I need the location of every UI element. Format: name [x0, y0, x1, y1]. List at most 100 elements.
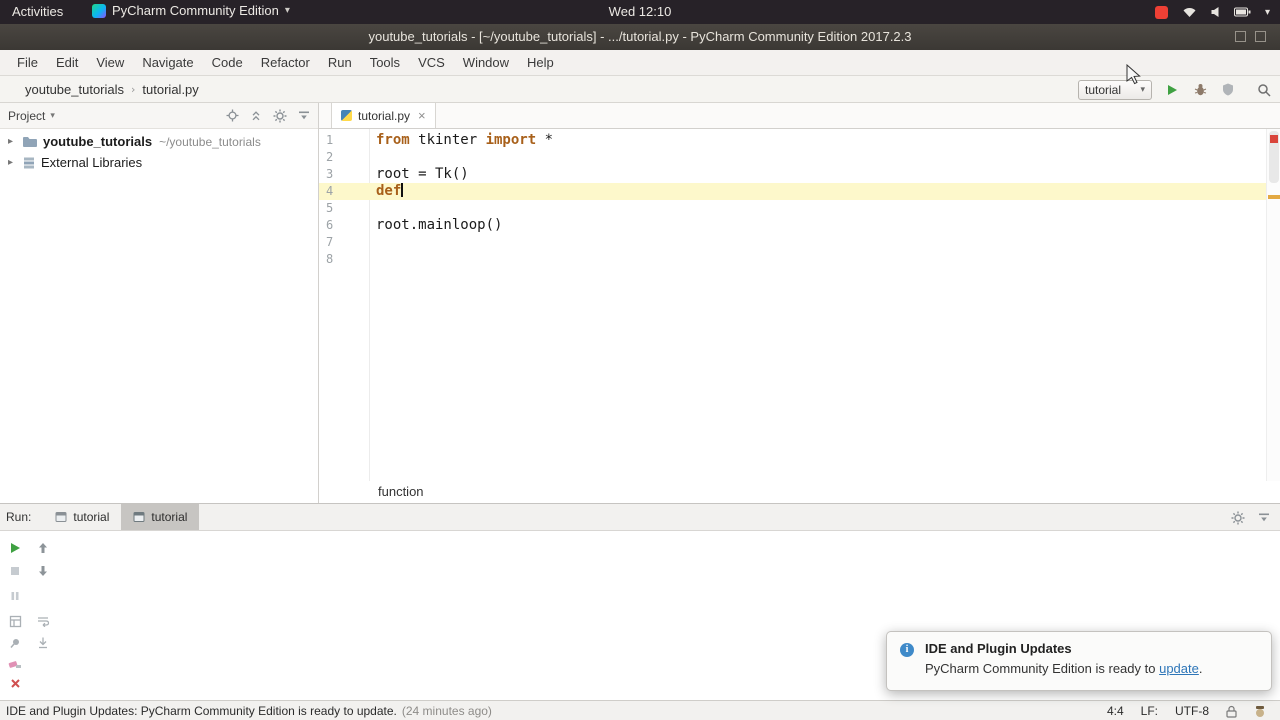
run-header: Run: tutorial tutorial [0, 504, 1280, 531]
code-line-4[interactable]: 4 def [319, 183, 1266, 200]
warning-mark [1268, 195, 1280, 199]
notification-title: IDE and Plugin Updates [925, 641, 1072, 656]
scrollbar-error-stripe[interactable] [1266, 129, 1280, 481]
clock[interactable]: Wed 12:10 [609, 4, 672, 19]
chevron-down-icon: ▾ [1140, 84, 1145, 95]
project-panel: Project ▾ ▸ youtube_tutorials ~/youtube_… [0, 103, 319, 503]
menu-item-navigate[interactable]: Navigate [133, 51, 202, 74]
code-line-8[interactable]: 8 [319, 251, 1266, 268]
collapse-all-button[interactable] [250, 110, 262, 122]
tree-item-external-libraries[interactable]: ▸ External Libraries [0, 152, 318, 173]
run-tab-1[interactable]: tutorial [43, 504, 121, 530]
gear-icon[interactable] [273, 109, 287, 123]
code-area[interactable]: 1 from tkinter import * 2 3 root = Tk() 4 def 5… [319, 129, 1266, 481]
main-area: Project ▾ ▸ youtube_tutorials ~/youtube_… [0, 103, 1280, 503]
breadcrumb-project[interactable]: youtube_tutorials [25, 82, 124, 97]
debug-icon[interactable] [1192, 81, 1208, 99]
close-icon[interactable]: × [418, 108, 426, 123]
tree-item-path-hint: ~/youtube_tutorials [159, 134, 261, 149]
line-separator[interactable]: LF: [1141, 704, 1158, 718]
coverage-button[interactable] [1220, 81, 1236, 99]
screen-record-indicator-icon [1154, 5, 1168, 19]
code-line-7[interactable]: 7 [319, 234, 1266, 251]
project-view-select[interactable]: Project [8, 109, 45, 123]
tree-item-label: External Libraries [41, 155, 143, 170]
minimize-button[interactable] [1235, 31, 1246, 42]
menu-item-tools[interactable]: Tools [361, 51, 409, 74]
code-line-5[interactable]: 5 [319, 200, 1266, 217]
activities-button[interactable]: Activities [12, 4, 63, 19]
pause-button[interactable] [6, 587, 24, 605]
editor-breadcrumbs[interactable]: function [319, 481, 1266, 503]
tree-item-project-root[interactable]: ▸ youtube_tutorials ~/youtube_tutorials [0, 131, 318, 152]
menu-item-window[interactable]: Window [454, 51, 518, 74]
close-icon[interactable] [6, 674, 24, 692]
scroll-to-end-button[interactable] [34, 634, 52, 652]
gear-icon[interactable] [1231, 511, 1245, 525]
soft-wrap-button[interactable] [34, 612, 52, 630]
info-icon: i [900, 643, 914, 657]
line-number: 4 [326, 184, 334, 198]
hide-panel-button[interactable] [298, 110, 310, 122]
window-title-bar[interactable]: youtube_tutorials - [~/youtube_tutorials… [0, 24, 1280, 50]
menu-item-code[interactable]: Code [203, 51, 252, 74]
app-menu-label: PyCharm Community Edition [112, 3, 279, 18]
run-label: Run: [6, 510, 32, 524]
run-toolbar: tutorial ▾ [1078, 76, 1272, 103]
pycharm-logo-icon [92, 3, 106, 18]
line-number: 1 [326, 133, 334, 147]
system-tray[interactable]: ▾ [1154, 0, 1270, 24]
editor-tab-bar: tutorial.py × [319, 103, 1280, 129]
menu-item-run[interactable]: Run [319, 51, 361, 74]
chevron-down-icon: ▾ [284, 5, 290, 16]
clear-all-button[interactable] [6, 655, 24, 673]
status-message[interactable]: IDE and Plugin Updates: PyCharm Communit… [6, 704, 397, 718]
notification-text: PyCharm Community Edition is ready to [925, 661, 1160, 676]
update-link[interactable]: update [1159, 661, 1199, 676]
tree-expand-icon[interactable]: ▸ [8, 136, 20, 147]
window-title: youtube_tutorials - [~/youtube_tutorials… [368, 29, 912, 44]
menu-item-edit[interactable]: Edit [47, 51, 87, 74]
mouse-cursor [1126, 63, 1141, 90]
maximize-button[interactable] [1255, 31, 1266, 42]
restore-layout-button[interactable] [6, 612, 24, 630]
run-tab-label: tutorial [73, 510, 110, 524]
run-tab-2[interactable]: tutorial [121, 504, 200, 530]
code-line-2[interactable]: 2 [319, 149, 1266, 166]
line-number: 8 [326, 252, 334, 266]
screen: Activities PyCharm Community Edition ▾ W… [0, 0, 1280, 720]
locate-button[interactable] [226, 109, 239, 122]
rerun-button[interactable] [6, 539, 24, 557]
code-line-1[interactable]: 1 from tkinter import * [319, 132, 1266, 149]
code-line-3[interactable]: 3 root = Tk() [319, 166, 1266, 183]
search-everywhere-button[interactable] [1256, 81, 1272, 99]
menu-item-refactor[interactable]: Refactor [252, 51, 319, 74]
pin-button[interactable] [6, 634, 24, 652]
up-stack-trace-button[interactable] [34, 539, 52, 557]
menu-item-file[interactable]: File [8, 51, 47, 74]
breadcrumb-function[interactable]: function [378, 484, 424, 499]
tree-item-label: youtube_tutorials [43, 134, 153, 149]
error-mark [1270, 135, 1278, 143]
menu-item-view[interactable]: View [87, 51, 133, 74]
down-stack-trace-button[interactable] [34, 562, 52, 580]
menu-bar: File Edit View Navigate Code Refactor Ru… [0, 50, 1280, 76]
hide-panel-button[interactable] [1258, 512, 1270, 524]
inspections-icon[interactable] [1254, 705, 1266, 718]
stop-button[interactable] [6, 562, 24, 580]
line-number: 5 [326, 201, 334, 215]
tab-tutorial-py[interactable]: tutorial.py × [331, 103, 436, 128]
code-text: from tkinter import * [376, 132, 554, 148]
breadcrumb-file[interactable]: tutorial.py [142, 82, 198, 97]
caret-position[interactable]: 4:4 [1107, 704, 1124, 718]
menu-item-help[interactable]: Help [518, 51, 563, 74]
tree-expand-icon[interactable]: ▸ [8, 157, 20, 168]
menu-item-vcs[interactable]: VCS [409, 51, 454, 74]
run-button[interactable] [1164, 81, 1180, 99]
file-encoding[interactable]: UTF-8 [1175, 704, 1209, 718]
console-icon [55, 511, 67, 523]
line-number: 2 [326, 150, 334, 164]
code-line-6[interactable]: 6 root.mainloop() [319, 217, 1266, 234]
lock-icon[interactable] [1226, 705, 1237, 718]
app-menu[interactable]: PyCharm Community Edition ▾ [92, 3, 290, 18]
